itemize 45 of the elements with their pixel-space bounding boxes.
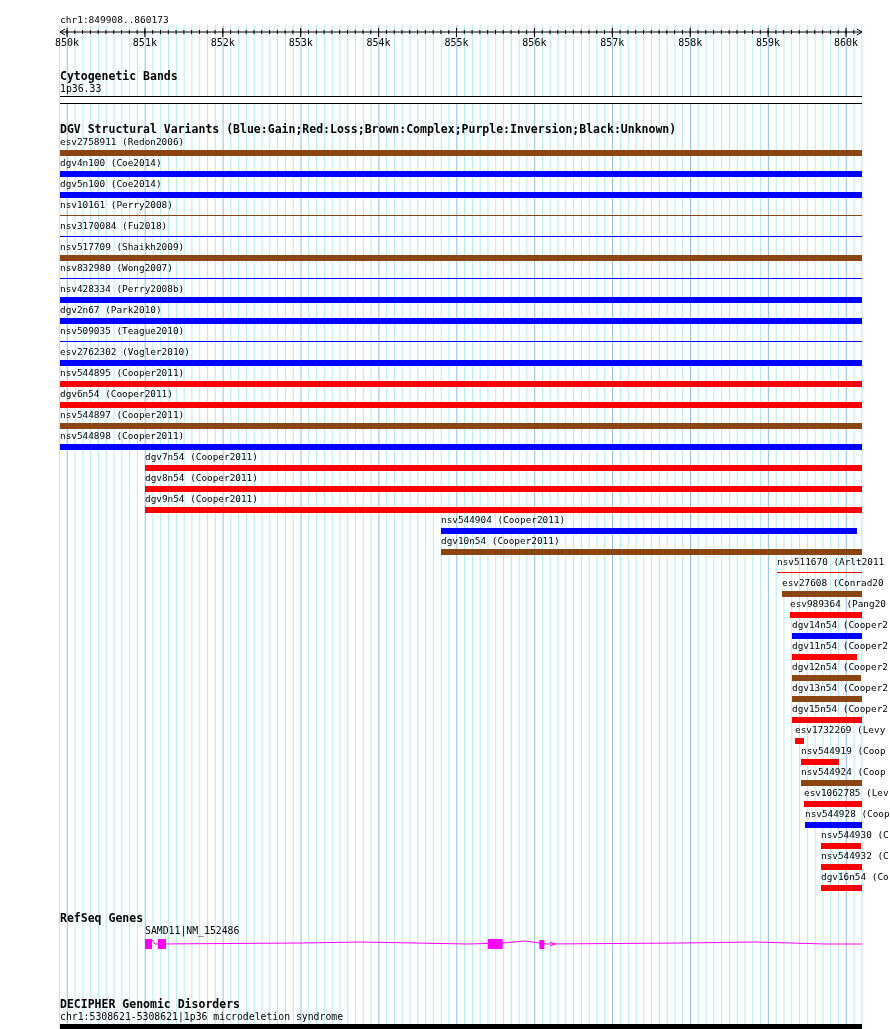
variant-label: nsv544930 (C	[821, 829, 889, 841]
variant-label: dgv10n54 (Cooper2011)	[441, 535, 560, 547]
ruler-drawing: 850k 851k 852k 853k 854k 855k 856k 857k 858k 859k 860k	[50, 27, 872, 51]
variant-label: nsv544898 (Cooper2011)	[60, 430, 185, 442]
band-label: 1p36.33	[60, 83, 102, 95]
variant-label: dgv12n54 (Cooper2	[792, 661, 888, 673]
variant-label: nsv10161 (Perry2008)	[60, 199, 173, 211]
variant-label: nsv544895 (Cooper2011)	[60, 367, 185, 379]
variant-label: esv989364 (Pang20	[790, 598, 886, 610]
track-title: DGV Structural Variants (Blue:Gain;Red:Loss;Brown:Complex;Purple:Inversion;Black:Unknown)	[60, 122, 677, 136]
variant-label: esv2758911 (Redon2006)	[60, 136, 185, 148]
track-title: Cytogenetic Bands	[60, 69, 178, 83]
variant-label: dgv4n100 (Coe2014)	[60, 157, 162, 169]
variant-label: dgv14n54 (Cooper2	[792, 619, 888, 631]
variant-label: dgv15n54 (Cooper2	[792, 703, 888, 715]
disorder-label: chr1:5308621-5308621|1p36 microdeletion syndrome	[60, 1011, 344, 1023]
variant-label: nsv544924 (Coop	[801, 766, 886, 778]
variant-label: nsv544919 (Coop	[801, 745, 886, 757]
variant-label: dgv8n54 (Cooper2011)	[145, 472, 258, 484]
variant-label: nsv428334 (Perry2008b)	[60, 283, 185, 295]
variant-label: nsv509035 (Teague2010)	[60, 325, 185, 337]
variant-label: dgv9n54 (Cooper2011)	[145, 493, 258, 505]
chromosome-coordinates: chr1:849908..860173	[60, 14, 169, 26]
variant-label: esv1062785 (Lev	[804, 787, 889, 799]
track-title: RefSeq Genes	[60, 911, 144, 925]
variant-label: dgv5n100 (Coe2014)	[60, 178, 162, 190]
variant-label: nsv544928 (Coop	[805, 808, 890, 820]
variant-label: nsv544904 (Cooper2011)	[441, 514, 566, 526]
variant-label: nsv544932 (C	[821, 850, 889, 862]
variant-label: nsv3170084 (Fu2018)	[60, 220, 168, 232]
variant-label: nsv517709 (Shaikh2009)	[60, 241, 185, 253]
variant-label: esv1732269 (Levy	[795, 724, 886, 736]
variant-label: dgv16n54 (Co	[821, 871, 889, 883]
variant-label: dgv2n67 (Park2010)	[60, 304, 162, 316]
variant-label: dgv13n54 (Cooper2	[792, 682, 888, 694]
track-title: DECIPHER Genomic Disorders	[60, 997, 240, 1011]
variant-label: nsv832980 (Wong2007)	[60, 262, 173, 274]
variant-label: dgv11n54 (Cooper2	[792, 640, 888, 652]
variant-label: nsv511670 (Arlt2011	[777, 556, 885, 568]
variant-label: dgv7n54 (Cooper2011)	[145, 451, 258, 463]
variant-label: nsv544897 (Cooper2011)	[60, 409, 185, 421]
gene-label: SAMD11|NM_152486	[145, 925, 240, 937]
variant-label: esv2762302 (Vogler2010)	[60, 346, 190, 358]
variant-label: esv27608 (Conrad20	[782, 577, 884, 589]
variant-label: dgv6n54 (Cooper2011)	[60, 388, 173, 400]
